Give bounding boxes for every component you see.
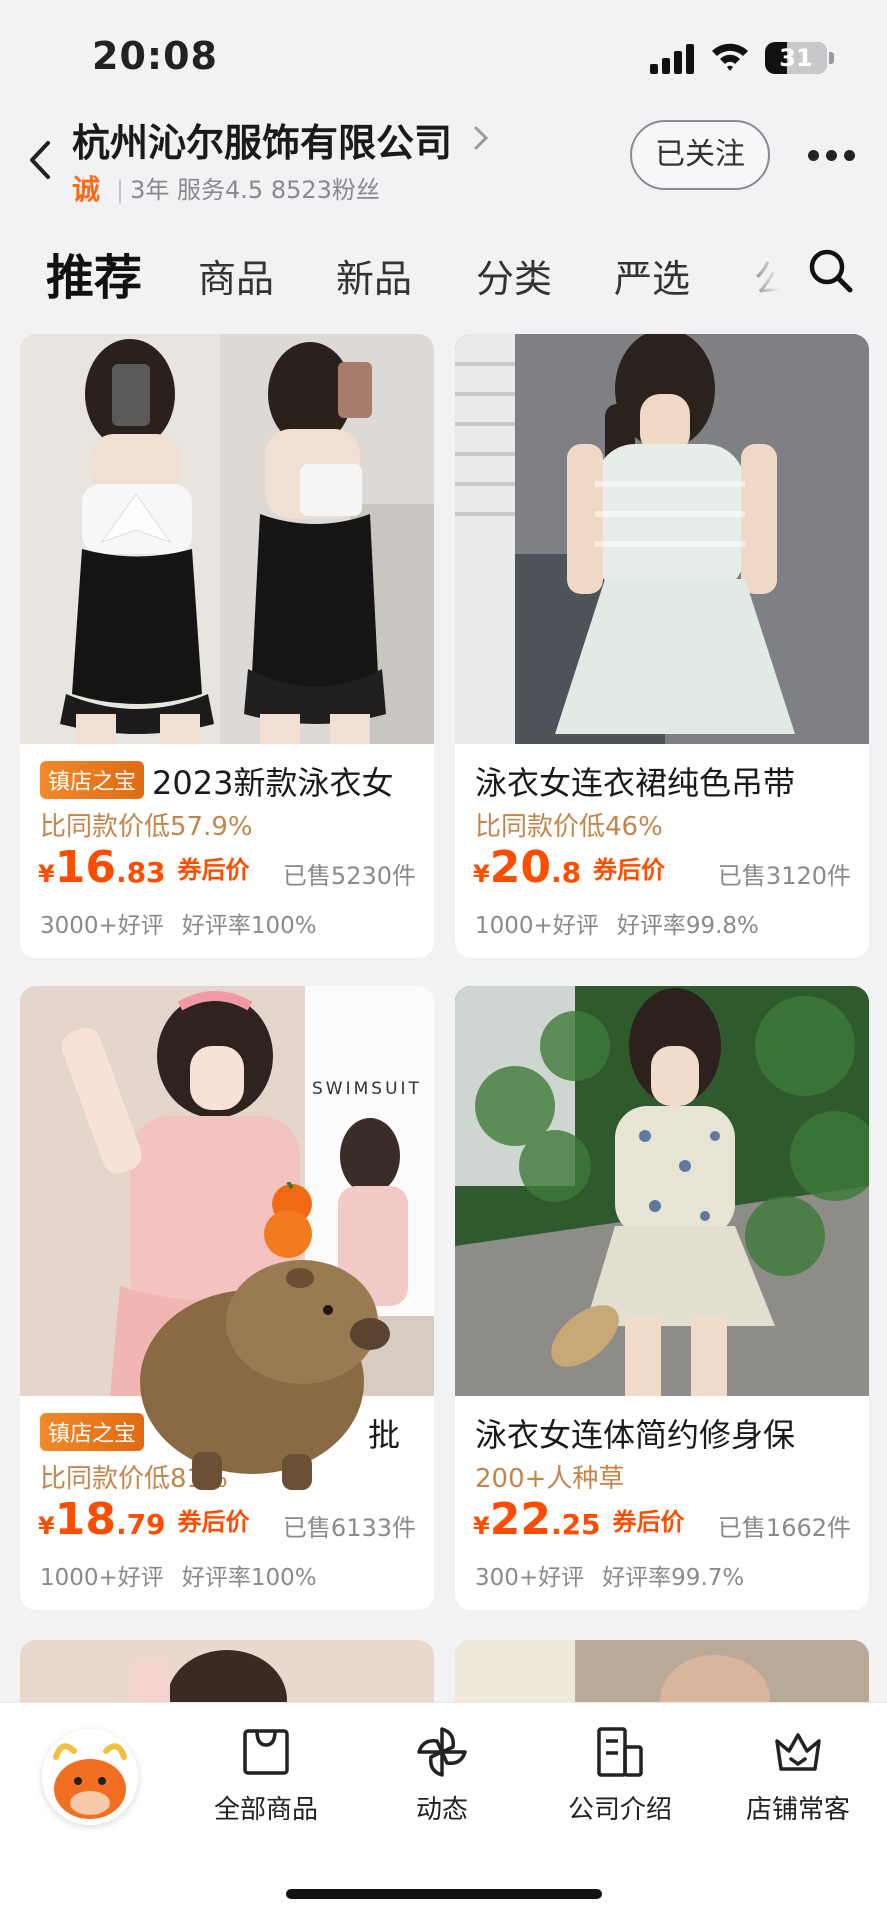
nav-label: 全部商品 xyxy=(213,1795,318,1825)
tab-recommend[interactable]: 推荐 xyxy=(46,238,142,308)
review-summary: 1000+好评 好评率100% xyxy=(40,1565,317,1591)
battery-icon: 31 xyxy=(765,42,827,74)
product-title: 泳衣女连衣裙纯色吊带 xyxy=(475,764,796,802)
price-compare: 比同款价低57.9% xyxy=(40,812,253,842)
review-summary: 3000+好评 好评率100% xyxy=(40,913,317,939)
signal-icon xyxy=(650,44,694,74)
price-compare: 比同款价低46% xyxy=(475,812,663,842)
product-image xyxy=(20,334,434,744)
seed-count: 200+人种草 xyxy=(475,1464,625,1494)
shop-years: 3年 xyxy=(130,176,170,204)
product-card[interactable]: 镇店之宝 2023新款泳衣女 比同款价低57.9% ¥16.83 券后价 已售523… xyxy=(20,334,434,958)
tab-new[interactable]: 新品 xyxy=(336,248,412,303)
tab-selected[interactable]: 严选 xyxy=(614,248,690,303)
search-icon[interactable] xyxy=(806,246,856,296)
tab-category[interactable]: 分类 xyxy=(476,248,552,303)
battery-level: 31 xyxy=(779,44,813,72)
nav-all-products[interactable]: 全部商品 xyxy=(186,1725,346,1835)
nav-feed[interactable]: 动态 xyxy=(362,1725,522,1835)
nav-regular-customers[interactable]: 店铺常客 xyxy=(718,1725,878,1835)
sold-count: 已售5230件 xyxy=(282,862,416,890)
tab-bar: 推荐 商品 新品 分类 严选 公 xyxy=(0,232,887,312)
sold-count: 已售6133件 xyxy=(282,1514,416,1542)
follow-button[interactable]: 已关注 xyxy=(630,120,770,190)
battery-tip xyxy=(829,52,834,64)
product-card[interactable]: 泳衣女连衣裙纯色吊带 比同款价低46% ¥20.8 券后价 已售3120件 100… xyxy=(455,334,869,958)
crown-icon xyxy=(775,1733,821,1771)
clock: 20:08 xyxy=(92,34,218,78)
product-image xyxy=(455,986,869,1396)
product-title: 泳衣女连体简约修身保 xyxy=(475,1416,796,1454)
tab-products[interactable]: 商品 xyxy=(198,248,274,303)
capybara-sticker xyxy=(140,1182,390,1490)
cheng-badge: 诚 xyxy=(72,173,101,206)
bottom-nav: 全部商品 动态 公司介绍 店铺常客 xyxy=(0,1702,887,1920)
bull-mascot-icon xyxy=(42,1729,138,1825)
more-icon[interactable] xyxy=(808,150,856,164)
chevron-right-icon[interactable] xyxy=(470,122,492,154)
building-icon xyxy=(597,1727,643,1777)
wifi-icon xyxy=(712,43,748,71)
shop-avatar[interactable] xyxy=(42,1729,138,1825)
treasure-badge: 镇店之宝 xyxy=(40,1413,145,1451)
nav-label: 动态 xyxy=(415,1795,468,1825)
swimsuit-label: SWIMSUIT xyxy=(312,1079,422,1099)
product-image xyxy=(455,334,869,744)
treasure-badge: 镇店之宝 xyxy=(40,761,145,799)
product-price: ¥16.83 券后价 xyxy=(38,842,250,893)
review-summary: 1000+好评 好评率99.8% xyxy=(475,913,759,939)
product-price: ¥22.25 券后价 xyxy=(473,1494,685,1545)
nav-company-intro[interactable]: 公司介绍 xyxy=(540,1725,700,1835)
product-price: ¥20.8 券后价 xyxy=(473,842,666,893)
back-icon[interactable] xyxy=(20,135,60,185)
shop-service: 服务4.5 xyxy=(177,176,264,204)
product-title: 镇店之宝 2023新款泳衣女 xyxy=(40,758,424,804)
review-summary: 300+好评 好评率99.7% xyxy=(475,1565,745,1591)
shop-name[interactable]: 杭州沁尔服饰有限公司 xyxy=(72,112,452,167)
nav-label: 店铺常客 xyxy=(745,1795,850,1825)
sold-count: 已售1662件 xyxy=(717,1514,851,1542)
home-indicator[interactable] xyxy=(286,1889,602,1899)
shop-fans: 8523粉丝 xyxy=(270,176,380,204)
bag-icon xyxy=(243,1729,289,1775)
product-card[interactable]: 泳衣女连体简约修身保 200+人种草 ¥22.25 券后价 已售1662件 300… xyxy=(455,986,869,1610)
sold-count: 已售3120件 xyxy=(717,862,851,890)
nav-label: 公司介绍 xyxy=(567,1795,672,1825)
screen: 20:08 31 杭州沁尔服饰有限公司 诚 | 3年 服务4.5 8523粉丝 已… xyxy=(0,0,887,1920)
status-bar: 20:08 31 xyxy=(0,0,887,110)
shop-meta: | 3年 服务4.5 8523粉丝 xyxy=(116,176,380,204)
pinwheel-icon xyxy=(417,1727,467,1777)
